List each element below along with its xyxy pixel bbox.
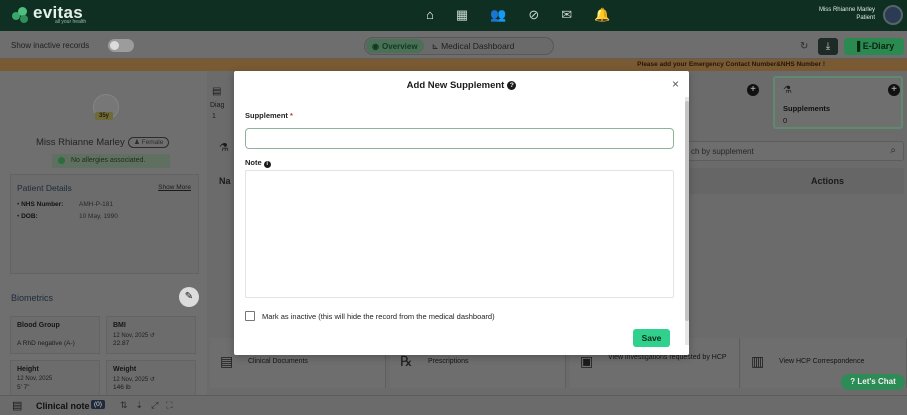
supplement-icon: ⚗ bbox=[783, 85, 792, 96]
calendar-icon[interactable]: ▦ bbox=[456, 8, 468, 22]
age-badge: 35y bbox=[95, 112, 114, 120]
lets-chat-button[interactable]: ? Let's Chat bbox=[841, 374, 905, 390]
patient-details-title: Patient Details bbox=[17, 183, 72, 193]
document-icon: ▤ bbox=[212, 86, 222, 97]
fullscreen-icon[interactable]: ⛶ bbox=[166, 400, 172, 411]
user-role: Patient bbox=[856, 15, 875, 21]
brand-tagline: all your health bbox=[55, 19, 87, 25]
allergy-status: No allergies associated. bbox=[52, 154, 170, 168]
blood-group-card: Blood Group A RhD negative (A-) bbox=[10, 316, 100, 354]
people-icon[interactable]: 👥 bbox=[490, 8, 506, 22]
clinical-note-count: (0) bbox=[91, 400, 105, 409]
expand-icon[interactable]: ⤢ bbox=[151, 400, 158, 411]
patient-sidebar: 35y Miss Rhianne Marley ♟ Female No alle… bbox=[0, 71, 207, 415]
search-icon: ⌕ bbox=[890, 145, 896, 156]
top-navbar: evitas all your health ⌂ ▦ 👥 ⊘ ✉ 🔔 Miss … bbox=[0, 0, 907, 31]
weight-card: Weight 12 Nov, 2025 ↺ 146 lb bbox=[106, 360, 196, 398]
tab-overview[interactable]: ◉ Overview bbox=[366, 39, 424, 53]
supplement-label: Supplement * bbox=[245, 111, 293, 120]
note-textarea[interactable] bbox=[245, 170, 674, 298]
diagnosis-card-partial: ▤ Diag 1 bbox=[210, 86, 225, 120]
nhs-number: AMH-P-181 bbox=[79, 201, 113, 208]
user-menu[interactable]: Miss Rhianne Marley Patient bbox=[819, 6, 875, 22]
chart-icon: ⊾ bbox=[431, 40, 439, 51]
banner-text[interactable]: Please add your Emergency Contact Number… bbox=[637, 61, 825, 68]
ediary-button[interactable]: ▐ E-Diary bbox=[844, 38, 904, 55]
home-icon[interactable]: ⌂ bbox=[426, 8, 434, 22]
help-icon: ? bbox=[850, 377, 856, 386]
inactive-checkbox-label[interactable]: Mark as inactive (this will hide the rec… bbox=[262, 312, 495, 321]
show-more-link[interactable]: Show More bbox=[158, 184, 191, 191]
dob-value: 10 May, 1990 bbox=[79, 213, 118, 220]
document-icon: ▤ bbox=[220, 353, 234, 369]
clinical-note-tools: ⇅ ⇣ ⤢ ⛶ bbox=[120, 400, 173, 411]
book-icon: ▥ bbox=[751, 353, 765, 369]
main-nav: ⌂ ▦ 👥 ⊘ ✉ 🔔 bbox=[426, 8, 610, 22]
view-switcher: ◉ Overview ⊾ Medical Dashboard bbox=[364, 37, 554, 55]
supplements-card[interactable]: ⚗ Supplements 0 bbox=[773, 76, 903, 129]
eye-icon: ◉ bbox=[372, 41, 379, 51]
check-icon bbox=[58, 156, 65, 164]
gender-badge: ♟ Female bbox=[128, 137, 170, 148]
refresh-icon[interactable]: ↻ bbox=[800, 41, 808, 52]
diary-icon: ▐ bbox=[853, 41, 861, 51]
add-supplement-modal: Add New Supplement? × Supplement * Note i… bbox=[234, 71, 689, 355]
table-name-header: Na bbox=[219, 176, 231, 186]
required-asterisk: * bbox=[290, 111, 293, 120]
history-icon: ↺ bbox=[149, 333, 155, 339]
supplement-search[interactable]: ch by supplement ⌕ bbox=[686, 141, 904, 161]
sort-icon[interactable]: ⇅ bbox=[120, 400, 128, 411]
add-icon[interactable]: + bbox=[747, 84, 759, 96]
brand-logo[interactable]: evitas all your health bbox=[12, 4, 87, 25]
pencil-icon: ✎ bbox=[184, 291, 194, 302]
nhs-row: • NHS Number: AMH-P-181 bbox=[17, 201, 113, 208]
biometrics-title: Biometrics bbox=[11, 293, 54, 303]
person-icon: ♟ bbox=[134, 139, 140, 146]
warning-banner: Please add your Emergency Contact Number… bbox=[0, 59, 907, 71]
bell-icon[interactable]: 🔔 bbox=[594, 8, 610, 22]
edit-biometrics-button[interactable]: ✎ bbox=[179, 287, 199, 307]
inactive-checkbox[interactable] bbox=[245, 311, 255, 321]
mail-icon[interactable]: ✉ bbox=[561, 8, 572, 22]
modal-title: Add New Supplement? bbox=[234, 80, 689, 91]
close-icon[interactable]: × bbox=[672, 78, 679, 90]
height-card: Height 12 Nov, 2025 5' 7" bbox=[10, 360, 100, 398]
patient-name: Miss Rhianne Marley bbox=[36, 137, 125, 148]
info-icon[interactable]: ? bbox=[507, 81, 517, 90]
supplement-input[interactable] bbox=[245, 128, 674, 149]
download-button[interactable]: ⤓ bbox=[818, 38, 838, 55]
user-avatar[interactable] bbox=[883, 5, 903, 25]
dob-row: • DOB: 10 May, 1990 bbox=[17, 213, 118, 220]
user-name: Miss Rhianne Marley bbox=[818, 7, 875, 13]
save-button[interactable]: Save bbox=[633, 329, 670, 347]
clipboard-icon: ▣ bbox=[580, 353, 594, 369]
sort-desc-icon[interactable]: ⇣ bbox=[136, 400, 144, 411]
note-icon: ▤ bbox=[12, 400, 23, 412]
clinical-note-bar: ▤ Clinical note (0) ⇅ ⇣ ⤢ ⛶ bbox=[0, 395, 907, 415]
logo-mark-icon bbox=[12, 6, 30, 24]
note-label: Note i bbox=[245, 158, 271, 168]
secondary-toolbar: Show inactive records ◉ Overview ⊾ Medic… bbox=[0, 31, 907, 59]
prescription-icon: ℞ bbox=[400, 353, 413, 369]
actions-column-header: Actions bbox=[686, 168, 904, 194]
info-icon[interactable]: i bbox=[263, 161, 271, 168]
history-icon: ↺ bbox=[149, 377, 155, 383]
link-icon[interactable]: ⊘ bbox=[528, 8, 539, 22]
tab-medical-dashboard[interactable]: ⊾ Medical Dashboard bbox=[424, 41, 523, 52]
inactive-records-toggle[interactable] bbox=[108, 39, 134, 52]
bmi-card: BMI 12 Nov, 2025 ↺ 22.87 bbox=[106, 316, 196, 354]
modal-scrollbar[interactable] bbox=[685, 97, 689, 345]
supplement-icon: ⚗ bbox=[219, 142, 229, 154]
add-supplement-icon[interactable]: + bbox=[888, 84, 900, 96]
inactive-toggle-label: Show inactive records bbox=[11, 41, 90, 50]
patient-details-card: Patient Details Show More • NHS Number: … bbox=[10, 174, 199, 274]
